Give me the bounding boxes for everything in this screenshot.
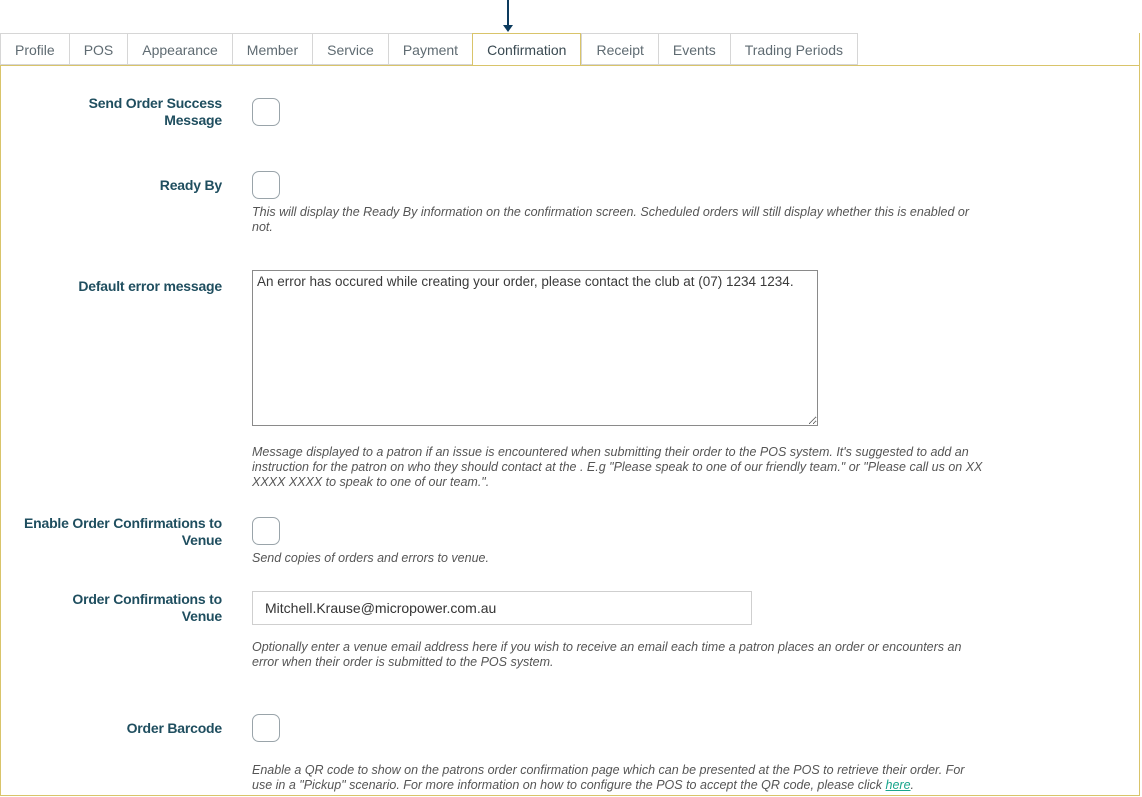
confirmations-email-label: Order Confirmations to Venue — [72, 591, 222, 624]
send-order-success-label: Send Order Success Message — [88, 95, 223, 128]
tab-appearance[interactable]: Appearance — [127, 33, 232, 65]
tab-receipt[interactable]: Receipt — [581, 33, 658, 65]
default-error-help: Message displayed to a patron if an issu… — [252, 445, 983, 489]
tab-trading-periods[interactable]: Trading Periods — [729, 33, 859, 65]
tab-pos[interactable]: POS — [68, 33, 128, 65]
default-error-label: Default error message — [78, 278, 222, 294]
ready-by-checkbox[interactable] — [252, 171, 280, 199]
tab-confirmation[interactable]: Confirmation — [472, 33, 582, 66]
tab-underline — [0, 65, 1140, 66]
enable-confirmations-help: Send copies of orders and errors to venu… — [252, 551, 489, 565]
confirmations-email-help: Optionally enter a venue email address h… — [252, 640, 962, 669]
order-barcode-help: Enable a QR code to show on the patrons … — [252, 763, 987, 793]
tab-payment[interactable]: Payment — [387, 33, 473, 65]
tab-service[interactable]: Service — [312, 33, 388, 65]
ready-by-label: Ready By — [159, 177, 222, 193]
enable-confirmations-label: Enable Order Confirmations to Venue — [24, 515, 222, 548]
default-error-textarea[interactable]: An error has occured while creating your… — [252, 270, 818, 426]
send-order-success-checkbox[interactable] — [252, 98, 280, 126]
order-barcode-label: Order Barcode — [126, 720, 223, 736]
order-barcode-checkbox[interactable] — [252, 714, 280, 742]
order-barcode-help-end: . — [910, 778, 915, 792]
confirmations-email-input[interactable] — [252, 591, 752, 625]
order-barcode-help-link[interactable]: here — [886, 778, 911, 792]
tab-events[interactable]: Events — [657, 33, 730, 65]
order-barcode-help-text: Enable a QR code to show on the patrons … — [252, 763, 965, 792]
ready-by-help: This will display the Ready By informati… — [252, 205, 970, 234]
tab-bar: Profile POS Appearance Member Service Pa… — [0, 33, 859, 66]
pointer-arrow-icon — [503, 0, 513, 32]
tab-profile[interactable]: Profile — [0, 33, 69, 65]
tab-member[interactable]: Member — [231, 33, 313, 65]
enable-confirmations-checkbox[interactable] — [252, 517, 280, 545]
